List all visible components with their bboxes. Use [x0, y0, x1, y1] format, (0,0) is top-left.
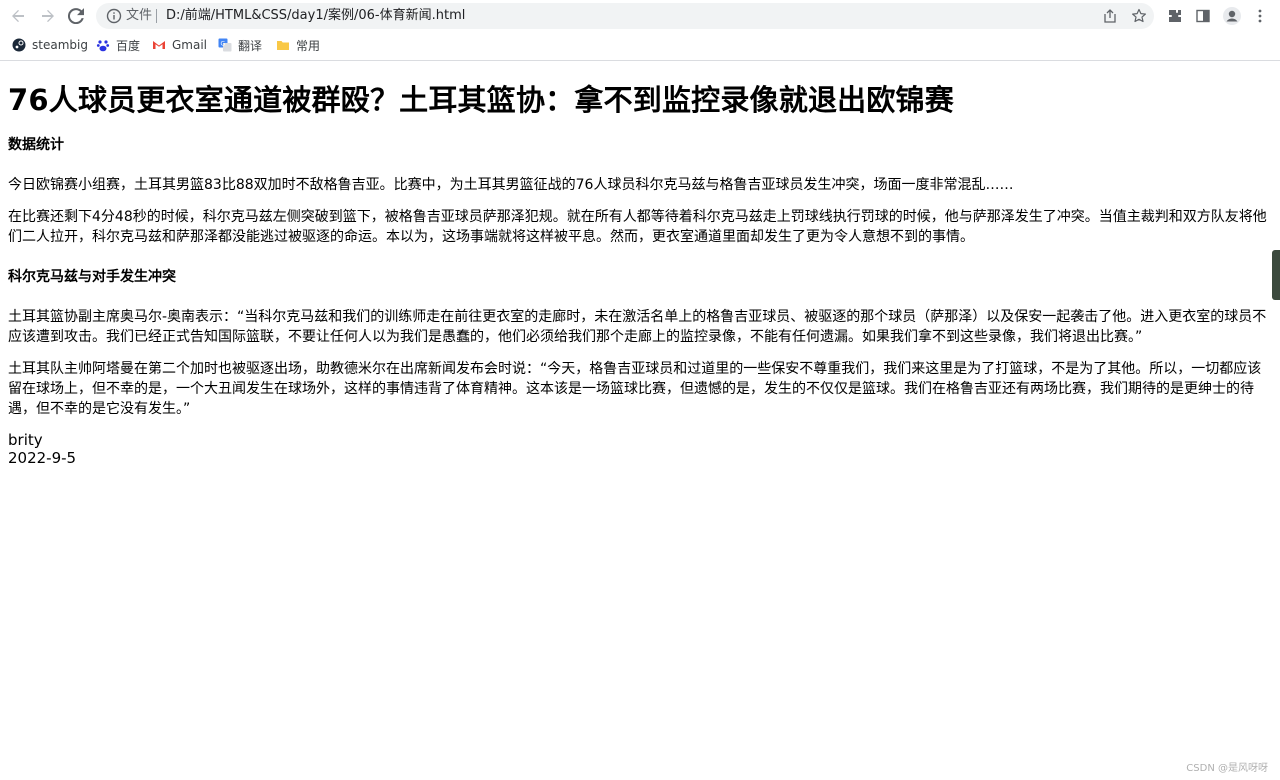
article-content: 76人球员更衣室通道被群殴？土耳其篮协：拿不到监控录像就退出欧锦赛 数据统计 今…	[8, 61, 1272, 467]
baidu-icon	[96, 38, 110, 52]
folder-icon	[276, 38, 290, 52]
arrow-left-icon	[12, 10, 24, 22]
section-heading-data-stats: 数据统计	[8, 137, 64, 153]
share-icon[interactable]	[1102, 8, 1118, 24]
article-author: brity	[8, 431, 43, 449]
article-paragraph-1: 今日欧锦赛小组赛，土耳其男篮83比88双加时不敌格鲁吉亚。比赛中，为土耳其男篮征…	[8, 177, 1014, 193]
side-panel-icon[interactable]	[1193, 6, 1213, 26]
reload-button[interactable]	[64, 4, 88, 28]
bookmarks-bar: steambig 百度 Gmail G 翻译 常用	[0, 32, 1280, 58]
back-button[interactable]	[6, 4, 30, 28]
section-heading-conflict: 科尔克马兹与对手发生冲突	[8, 269, 176, 285]
side-widget-handle[interactable]	[1272, 250, 1280, 300]
bookmark-label: 常用	[296, 38, 321, 53]
article-date: 2022-9-5	[8, 449, 77, 467]
bookmark-label: 翻译	[238, 38, 263, 53]
bookmark-translate[interactable]: G 翻译	[218, 36, 262, 54]
bookmark-label: Gmail	[172, 38, 208, 52]
bookmark-label: 百度	[116, 38, 141, 53]
url-text[interactable]: D:/前端/HTML&CSS/day1/案例/06-体育新闻.html	[166, 7, 465, 25]
bookmark-folder-common[interactable]: 常用	[276, 36, 320, 54]
arrow-right-icon	[42, 10, 54, 22]
bookmark-steambig[interactable]: steambig	[12, 36, 88, 54]
forward-button[interactable]	[36, 4, 60, 28]
browser-chrome: 文件 D:/前端/HTML&CSS/day1/案例/06-体育新闻.html s…	[0, 0, 1280, 61]
bookmark-gmail[interactable]: Gmail	[152, 36, 207, 54]
article-paragraph-3: 土耳其篮协副主席奥马尔-奥南表示：“当科尔克马兹和我们的训练师走在前往更衣室的走…	[8, 309, 1267, 345]
watermark: CSDN @是风呀呀	[1186, 763, 1268, 774]
gmail-icon	[152, 38, 166, 52]
article-paragraph-4: 土耳其队主帅阿塔曼在第二个加时也被驱逐出场，助教德米尔在出席新闻发布会时说：“今…	[8, 361, 1262, 417]
star-icon[interactable]	[1131, 8, 1147, 24]
reload-icon	[68, 8, 84, 24]
browser-toolbar: 文件 D:/前端/HTML&CSS/day1/案例/06-体育新闻.html	[0, 0, 1280, 32]
address-bar[interactable]: 文件 D:/前端/HTML&CSS/day1/案例/06-体育新闻.html	[96, 3, 1154, 29]
translate-icon: G	[218, 38, 232, 52]
profile-avatar-icon[interactable]	[1222, 6, 1242, 26]
info-icon[interactable]	[106, 8, 122, 24]
file-label: 文件	[126, 8, 153, 23]
article-title: 76人球员更衣室通道被群殴？土耳其篮协：拿不到监控录像就退出欧锦赛	[8, 83, 954, 117]
steam-icon	[12, 38, 26, 52]
menu-kebab-icon[interactable]	[1250, 6, 1270, 26]
svg-text:G: G	[221, 41, 226, 48]
extensions-icon[interactable]	[1165, 6, 1185, 26]
bookmark-baidu[interactable]: 百度	[96, 36, 140, 54]
bookmark-label: steambig	[32, 38, 88, 52]
address-separator	[156, 9, 157, 23]
article-paragraph-2: 在比赛还剩下4分48秒的时候，科尔克马兹左侧突破到篮下，被格鲁吉亚球员萨那泽犯规…	[8, 209, 1267, 245]
